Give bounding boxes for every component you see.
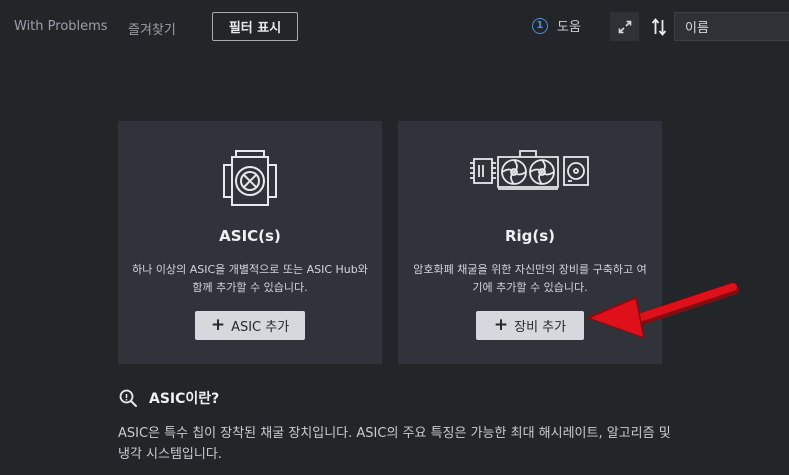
search-icon <box>119 389 137 407</box>
expand-icon <box>618 20 631 33</box>
add-rig-label: 장비 추가 <box>514 320 567 335</box>
expand-button[interactable] <box>610 12 639 41</box>
add-asic-label: ASIC 추가 <box>231 320 290 335</box>
asic-card: ASIC(s) 하나 이상의 ASIC을 개별적으로 또는 ASIC Hub와 … <box>118 121 382 364</box>
asic-info-heading: ASIC이란? <box>118 388 219 408</box>
help-link[interactable]: 1 도움 <box>532 16 581 35</box>
asic-device-icon <box>223 150 277 206</box>
sort-select-value: 이름 <box>685 21 709 36</box>
info-text: ASIC은 특수 칩이 장착된 채굴 장치입니다. ASIC의 주요 특징은 가… <box>118 426 671 462</box>
favorites-link[interactable]: 즐겨찾기 <box>128 19 176 38</box>
plus-icon: + <box>493 315 509 335</box>
toolbar: With Problems 즐겨찾기 필터 표시 1 도움 이름 <box>0 0 789 52</box>
asic-card-title: ASIC(s) <box>219 227 281 245</box>
rig-hardware-icon <box>470 150 589 190</box>
with-problems-link[interactable]: With Problems <box>14 19 108 34</box>
red-arrow-annotation <box>585 283 740 340</box>
plus-icon: + <box>210 315 226 335</box>
show-filter-button[interactable]: 필터 표시 <box>212 12 298 41</box>
sort-arrows-icon <box>651 18 667 36</box>
add-asic-button[interactable]: + ASIC 추가 <box>195 311 305 340</box>
sort-direction-button[interactable] <box>648 14 670 40</box>
help-label: 도움 <box>557 20 581 35</box>
asic-card-description: 하나 이상의 ASIC을 개별적으로 또는 ASIC Hub와 함께 추가할 수… <box>132 263 368 294</box>
add-rig-button[interactable]: + 장비 추가 <box>476 311 584 340</box>
sort-select[interactable]: 이름 <box>674 12 789 41</box>
info-title: ASIC이란? <box>149 391 220 407</box>
info-icon: 1 <box>532 17 548 34</box>
rig-card-title: Rig(s) <box>504 227 556 245</box>
